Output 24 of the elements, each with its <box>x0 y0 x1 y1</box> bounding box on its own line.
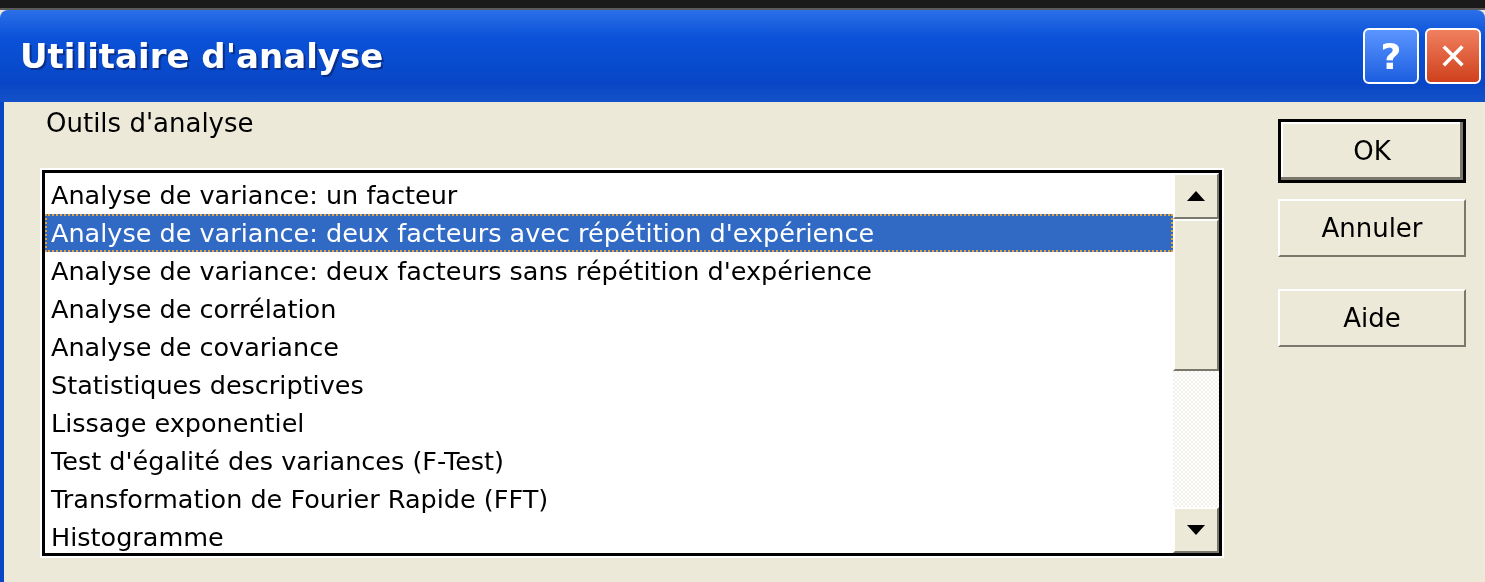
scroll-thumb[interactable] <box>1173 219 1219 371</box>
list-item[interactable]: Histogramme <box>45 518 1173 553</box>
down-arrow-icon <box>1187 525 1205 535</box>
up-arrow-icon <box>1187 191 1205 201</box>
list-item[interactable]: Analyse de covariance <box>45 328 1173 366</box>
close-button[interactable]: ✕ <box>1425 28 1481 84</box>
help-button[interactable]: ? <box>1363 28 1419 84</box>
tools-list[interactable] <box>42 170 1222 556</box>
dialog-button[interactable]: OK <box>1278 119 1466 183</box>
scrollbar[interactable] <box>1173 173 1219 553</box>
list-item[interactable]: Statistiques descriptives <box>45 366 1173 404</box>
list-item[interactable]: Transformation de Fourier Rapide (FFT) <box>45 480 1173 518</box>
list-item[interactable]: Analyse de corrélation <box>45 290 1173 328</box>
list-label: Outils d'analyse <box>46 108 255 140</box>
dialog-button[interactable]: Aide <box>1278 289 1466 347</box>
scroll-up-button[interactable] <box>1173 173 1219 219</box>
list-item[interactable]: Analyse de variance: un facteur <box>45 176 1173 214</box>
list-item[interactable]: Lissage exponentiel <box>45 404 1173 442</box>
list-item[interactable]: Analyse de variance: deux facteurs sans répétition d'expérience <box>45 252 1173 290</box>
list-item[interactable]: Analyse de variance: deux facteurs avec répétition d'expérience <box>45 214 1173 252</box>
scroll-down-button[interactable] <box>1173 507 1219 553</box>
dialog-button[interactable]: Annuler <box>1278 199 1466 257</box>
list-item[interactable]: Test d'égalité des variances (F-Test) <box>45 442 1173 480</box>
window-title: Utilitaire d'analyse <box>20 36 384 76</box>
